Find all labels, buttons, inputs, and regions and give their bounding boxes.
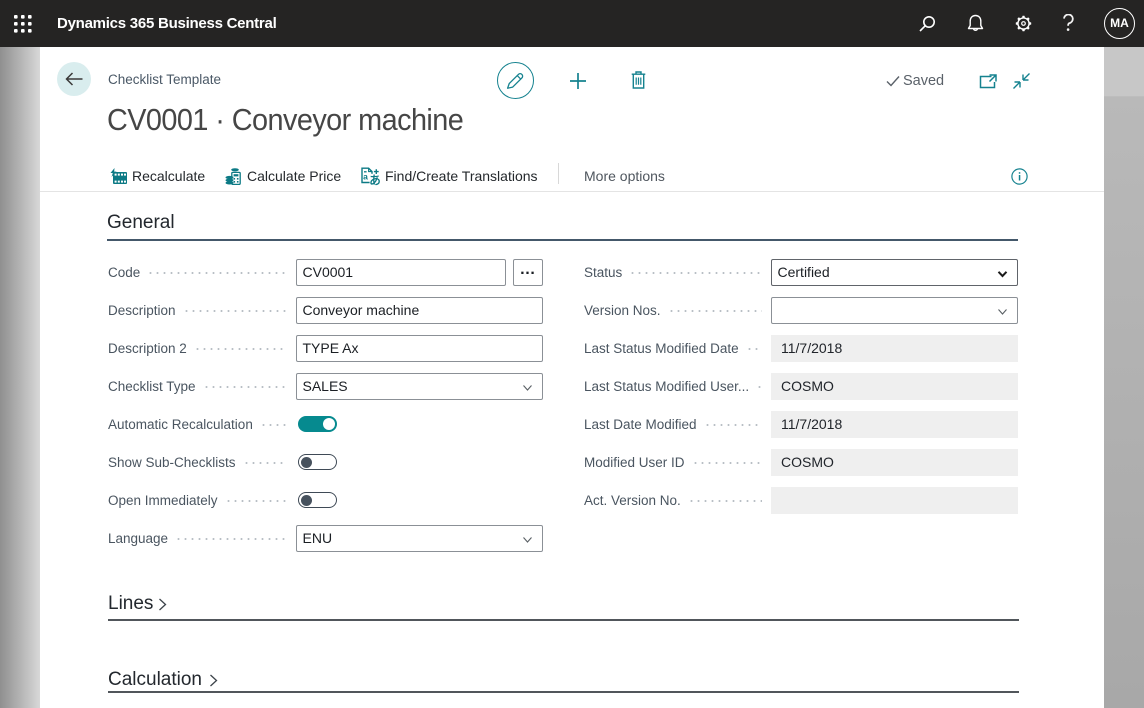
svg-text:a: a bbox=[363, 171, 368, 181]
svg-text:あ: あ bbox=[369, 174, 380, 186]
